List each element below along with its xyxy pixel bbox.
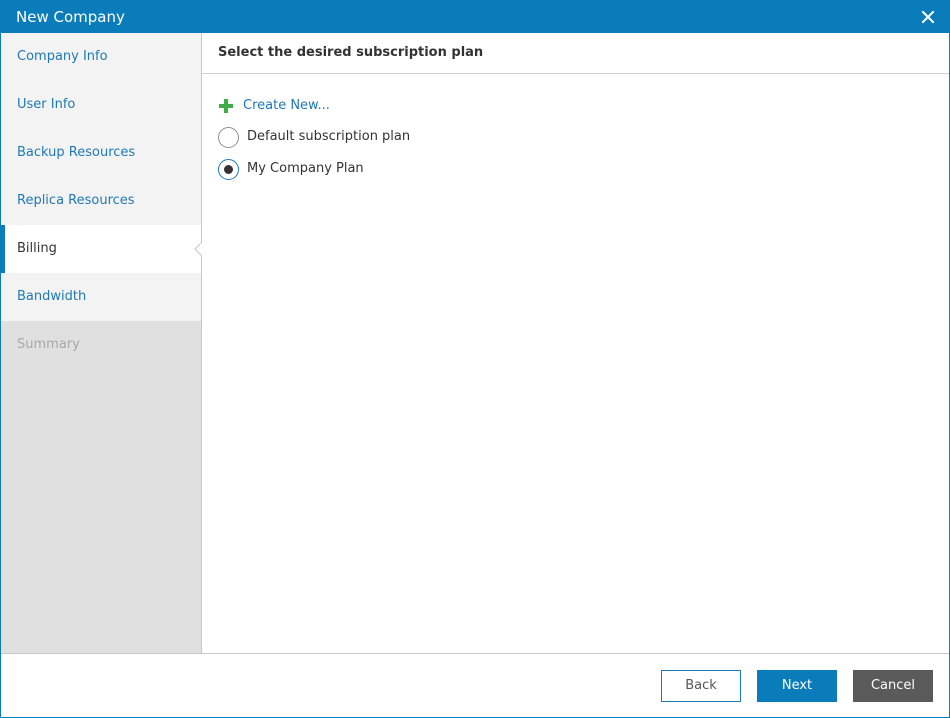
step-label: Company Info <box>17 49 108 64</box>
step-user-info[interactable]: User Info <box>1 81 201 129</box>
cancel-button[interactable]: Cancel <box>853 670 933 702</box>
radio-button-selected[interactable] <box>218 159 239 180</box>
radio-button[interactable] <box>218 127 239 148</box>
plus-icon <box>218 98 234 114</box>
step-label: Replica Resources <box>17 193 135 208</box>
panel-header: Select the desired subscription plan <box>202 33 949 74</box>
close-icon[interactable] <box>916 5 940 29</box>
back-button[interactable]: Back <box>661 670 741 702</box>
step-company-info[interactable]: Company Info <box>1 33 201 81</box>
step-label: Backup Resources <box>17 145 136 160</box>
billing-panel: Select the desired subscription plan Cre… <box>202 33 949 653</box>
wizard-steps: Company Info User Info Backup Resources … <box>1 33 203 653</box>
step-backup-resources[interactable]: Backup Resources <box>1 129 201 177</box>
create-new-label: Create New... <box>243 98 330 113</box>
plan-label: My Company Plan <box>247 161 364 176</box>
step-billing[interactable]: Billing <box>1 225 201 273</box>
dialog-footer: Back Next Cancel <box>1 653 949 717</box>
radio-dot <box>224 165 233 174</box>
plan-label: Default subscription plan <box>247 129 411 144</box>
page-title: Select the desired subscription plan <box>218 45 484 60</box>
step-summary: Summary <box>1 321 201 369</box>
step-bandwidth[interactable]: Bandwidth <box>1 273 201 321</box>
step-label: Summary <box>17 337 80 352</box>
new-company-dialog: New Company Company Info User Info Backu… <box>0 0 950 718</box>
step-label: User Info <box>17 97 76 112</box>
dialog-title: New Company <box>16 8 125 26</box>
step-replica-resources[interactable]: Replica Resources <box>1 177 201 225</box>
next-button[interactable]: Next <box>757 670 837 702</box>
step-label: Billing <box>17 241 57 256</box>
title-bar: New Company <box>1 1 949 33</box>
step-label: Bandwidth <box>17 289 87 304</box>
